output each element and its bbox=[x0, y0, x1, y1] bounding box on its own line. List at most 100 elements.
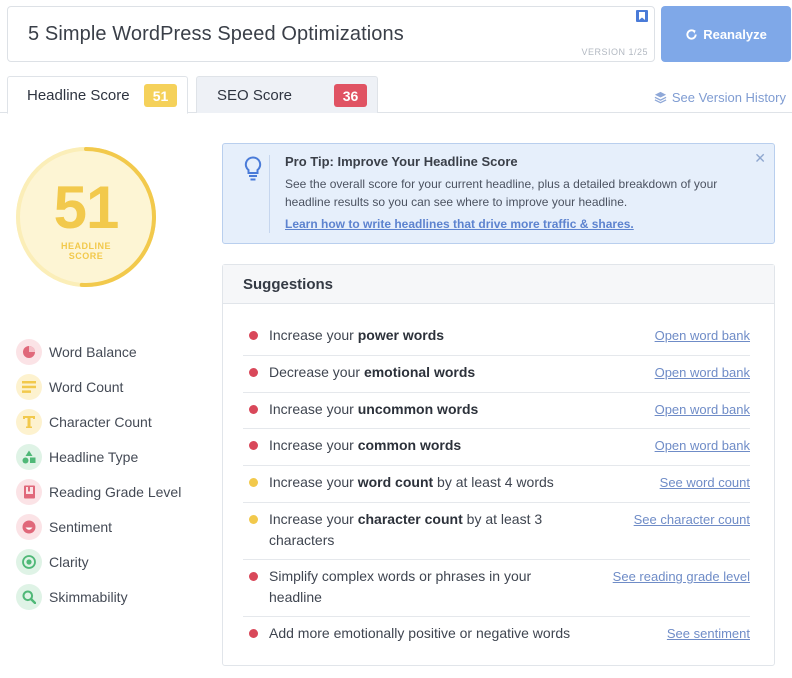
status-dot bbox=[249, 368, 258, 377]
suggestion-keyword: uncommon words bbox=[357, 401, 479, 417]
version-label: VERSION 1/25 bbox=[581, 47, 648, 57]
suggestion-text: Increase your character count by at leas… bbox=[269, 509, 579, 551]
metric-headline-type[interactable]: Headline Type bbox=[16, 439, 181, 474]
metric-label: Sentiment bbox=[49, 518, 113, 535]
suggestion-text-pre: Simplify complex words or phrases in you… bbox=[269, 568, 532, 605]
shapes-icon bbox=[16, 443, 42, 470]
headline-score-label: HEADLINE SCORE bbox=[15, 241, 157, 261]
pie-chart-icon bbox=[16, 338, 42, 365]
pro-tip-body: See the overall score for your current h… bbox=[285, 177, 718, 209]
suggestion-text-pre: Increase your bbox=[269, 327, 358, 343]
tab-label: Headline Score bbox=[27, 86, 130, 104]
refresh-icon bbox=[686, 28, 697, 40]
metric-reading-grade-level[interactable]: Reading Grade Level bbox=[16, 474, 181, 509]
close-icon[interactable]: ✕ bbox=[754, 150, 766, 167]
lines-icon bbox=[16, 373, 42, 400]
suggestion-text-pre: Add more emotionally positive or negativ… bbox=[269, 625, 571, 641]
lightbulb-icon bbox=[244, 156, 262, 181]
score-label-line1: HEADLINE bbox=[60, 241, 111, 251]
metric-label: Word Count bbox=[49, 378, 124, 395]
score-label-line2: SCORE bbox=[68, 251, 104, 261]
tab-headline-score[interactable]: Headline Score 51 bbox=[7, 76, 188, 114]
headline-score-badge: 51 bbox=[144, 84, 177, 107]
metric-label: Skimmability bbox=[49, 588, 128, 605]
suggestion-row: Increase your word count by at least 4 w… bbox=[243, 466, 750, 503]
reanalyze-button[interactable]: Reanalyze bbox=[661, 6, 791, 62]
pro-tip-panel: Pro Tip: Improve Your Headline Score See… bbox=[222, 143, 775, 244]
suggestion-link[interactable]: Open word bank bbox=[655, 328, 750, 343]
suggestion-row: Increase your uncommon words Open word ba… bbox=[243, 393, 750, 429]
suggestions-panel: Suggestions Increase your power words Ope… bbox=[222, 264, 775, 666]
metric-sentiment[interactable]: Sentiment bbox=[16, 509, 181, 544]
letter-t-icon bbox=[16, 408, 42, 435]
seo-score-badge: 36 bbox=[334, 84, 367, 107]
status-dot bbox=[249, 331, 258, 340]
metric-label: Character Count bbox=[49, 413, 152, 430]
status-dot bbox=[249, 572, 258, 581]
book-icon bbox=[16, 478, 42, 505]
pro-tip-learn-link[interactable]: Learn how to write headlines that drive … bbox=[285, 217, 634, 231]
headline-score-value: 51 bbox=[53, 174, 120, 241]
headline-text[interactable]: 5 Simple WordPress Speed Optimizations bbox=[28, 23, 404, 46]
status-dot bbox=[249, 478, 258, 487]
suggestion-keyword: emotional words bbox=[363, 364, 476, 380]
metric-skimmability[interactable]: Skimmability bbox=[16, 579, 181, 614]
suggestion-row: Simplify complex words or phrases in you… bbox=[243, 560, 750, 617]
suggestion-keyword: power words bbox=[357, 327, 445, 343]
metric-word-balance[interactable]: Word Balance bbox=[16, 334, 181, 369]
suggestion-link[interactable]: See character count bbox=[634, 512, 750, 527]
metric-clarity[interactable]: Clarity bbox=[16, 544, 181, 579]
tab-seo-score[interactable]: SEO Score 36 bbox=[196, 76, 378, 113]
suggestion-row: Add more emotionally positive or negativ… bbox=[243, 617, 750, 654]
pro-tip-title: Pro Tip: Improve Your Headline Score bbox=[285, 154, 518, 169]
divider bbox=[269, 155, 270, 233]
suggestion-text: Increase your common words bbox=[269, 435, 579, 456]
metric-label: Reading Grade Level bbox=[49, 483, 182, 500]
suggestion-text: Decrease your emotional words bbox=[269, 362, 579, 383]
magnifier-icon bbox=[16, 583, 42, 610]
status-dot bbox=[249, 441, 258, 450]
suggestion-text-pre: Increase your bbox=[269, 511, 358, 527]
suggestion-link[interactable]: See word count bbox=[660, 475, 750, 490]
status-dot bbox=[249, 629, 258, 638]
metric-word-count[interactable]: Word Count bbox=[16, 369, 181, 404]
suggestions-title: Suggestions bbox=[223, 265, 774, 304]
suggestion-row: Increase your power words Open word bank bbox=[243, 319, 750, 356]
suggestion-text-pre: Increase your bbox=[269, 474, 358, 490]
layers-icon bbox=[654, 91, 667, 104]
reanalyze-label: Reanalyze bbox=[703, 26, 767, 42]
suggestion-link[interactable]: Open word bank bbox=[655, 365, 750, 380]
metric-label: Word Balance bbox=[49, 343, 137, 360]
bookmark-icon[interactable] bbox=[636, 10, 648, 22]
suggestion-keyword: word count bbox=[357, 474, 434, 490]
target-icon bbox=[16, 548, 42, 575]
suggestion-link[interactable]: Open word bank bbox=[655, 438, 750, 453]
suggestion-keyword: character count bbox=[357, 511, 463, 527]
metric-label: Headline Type bbox=[49, 448, 139, 465]
suggestion-text: Increase your uncommon words bbox=[269, 399, 579, 420]
status-dot bbox=[249, 515, 258, 524]
metric-label: Clarity bbox=[49, 553, 89, 570]
suggestion-text: Increase your word count by at least 4 w… bbox=[269, 472, 579, 493]
suggestions-list: Increase your power words Open word bank D… bbox=[243, 319, 750, 654]
suggestion-text-pre: Increase your bbox=[269, 401, 358, 417]
suggestion-row: Increase your common words Open word bank bbox=[243, 429, 750, 466]
suggestion-text-pre: Decrease your bbox=[269, 364, 364, 380]
suggestion-row: Decrease your emotional words Open word b… bbox=[243, 356, 750, 393]
status-dot bbox=[249, 405, 258, 414]
suggestion-text-pre: Increase your bbox=[269, 437, 358, 453]
version-history-label: See Version History bbox=[671, 90, 786, 105]
suggestion-text-post: by at least 4 words bbox=[433, 474, 554, 490]
metric-character-count[interactable]: Character Count bbox=[16, 404, 181, 439]
see-version-history-link[interactable]: See Version History bbox=[654, 90, 786, 105]
headline-input[interactable]: 5 Simple WordPress Speed Optimizations V… bbox=[7, 6, 655, 62]
metric-nav: Word Balance Word Count Character Count … bbox=[16, 334, 181, 614]
suggestion-row: Increase your character count by at leas… bbox=[243, 503, 750, 560]
suggestion-text: Add more emotionally positive or negativ… bbox=[269, 623, 579, 644]
suggestion-text: Increase your power words bbox=[269, 325, 579, 346]
smile-icon bbox=[16, 513, 42, 540]
suggestion-link[interactable]: See sentiment bbox=[667, 626, 750, 641]
suggestion-link[interactable]: Open word bank bbox=[655, 402, 750, 417]
suggestion-link[interactable]: See reading grade level bbox=[613, 569, 750, 584]
suggestion-keyword: common words bbox=[357, 437, 462, 453]
